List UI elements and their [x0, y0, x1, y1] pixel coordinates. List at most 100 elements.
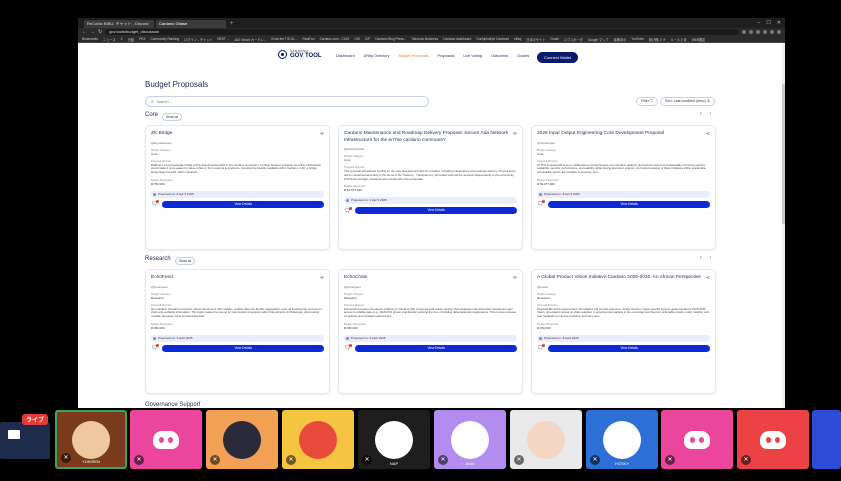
proposal-title[interactable]: EchoChain	[344, 275, 512, 282]
comment-icon[interactable]: 🗨	[537, 344, 546, 351]
share-icon[interactable]: ⋖	[513, 275, 517, 281]
bookmark-item[interactable]: Community Ranking	[150, 37, 179, 41]
close-icon[interactable]: ✕	[777, 18, 781, 28]
participant-tile[interactable]: Aichi ✕	[434, 410, 506, 469]
participant-tile[interactable]: ✕	[130, 410, 202, 469]
nav-item-drep-directory[interactable]: DRep Directory	[364, 54, 390, 58]
share-icon[interactable]: ⋖	[513, 131, 517, 137]
filter-button[interactable]: Filter ⛉	[636, 97, 658, 106]
bookmark-item[interactable]: PEX	[139, 37, 145, 41]
search-box[interactable]: ⌕	[145, 96, 429, 107]
bookmark-item[interactable]: Grow the TIS-SL...	[271, 37, 297, 41]
scroll-thumb[interactable]	[782, 84, 785, 224]
bookmark-item[interactable]: Gmail	[550, 37, 558, 41]
extension-icon[interactable]	[749, 30, 753, 34]
bookmark-item[interactable]: 素敵寺の	[614, 37, 627, 42]
chevron-right-icon[interactable]: ›	[710, 111, 712, 117]
show-all-button[interactable]: Show all	[175, 257, 196, 265]
participant-tile[interactable]: ✕	[206, 410, 278, 469]
bookmark-item[interactable]: OurAlphaEye Cardanoi	[476, 37, 509, 41]
nav-item-proposals[interactable]: Proposals	[438, 54, 455, 58]
share-icon[interactable]: ⋖	[320, 275, 324, 281]
view-details-button[interactable]: View Details	[548, 344, 710, 352]
share-icon[interactable]: ⋖	[320, 131, 324, 137]
new-tab-icon[interactable]: +	[228, 20, 236, 28]
bookmark-item[interactable]: CW	[354, 37, 359, 41]
connect-wallet-button[interactable]: Connect Wallet	[537, 52, 578, 63]
back-icon[interactable]: ←	[82, 29, 87, 35]
participant-tile[interactable]: YUKIREN ✕	[55, 410, 127, 469]
bookmark-item[interactable]: Bookmarks	[82, 37, 98, 41]
bookmark-item[interactable]: Cardano Blog Press...	[375, 37, 406, 41]
proposal-card[interactable]: Cardano Maintenance and Roadmap Delivery…	[338, 125, 523, 250]
chevron-left-icon[interactable]: ‹	[700, 111, 702, 117]
bookmark-item[interactable]: eBay	[514, 37, 521, 41]
participant-tile[interactable]: HOSKY ✕	[586, 410, 658, 469]
bookmark-item[interactable]: YouTube	[631, 37, 644, 41]
comment-icon[interactable]: 🗨	[151, 200, 160, 207]
proposal-title[interactable]: ZK Bridge	[151, 131, 319, 138]
nav-item-dashboard[interactable]: Dashboard	[336, 54, 355, 58]
proposal-card[interactable]: A Global Product Vision Initiative;Carda…	[531, 269, 716, 394]
proposal-title[interactable]: Cardano Maintenance and Roadmap Delivery…	[344, 131, 512, 144]
bookmark-item[interactable]: 投げ銭-ミナ	[649, 37, 666, 42]
bookmark-item[interactable]: RealFun	[303, 37, 315, 41]
reload-icon[interactable]: ↻	[98, 29, 102, 35]
extension-icon[interactable]	[742, 30, 746, 34]
bookmark-item[interactable]: ログイン - チャット	[184, 37, 212, 42]
participant-tile-partial[interactable]	[812, 410, 841, 469]
search-input[interactable]	[156, 99, 357, 104]
bookmark-item[interactable]: Cardano dashboard	[443, 37, 471, 41]
participant-tile[interactable]: NAP ✕	[358, 410, 430, 469]
forward-icon[interactable]: →	[90, 29, 95, 35]
profile-icon[interactable]	[777, 30, 781, 34]
chevron-left-icon[interactable]: ‹	[700, 255, 702, 261]
nav-item-guides[interactable]: Guides	[517, 54, 529, 58]
proposal-title[interactable]: 2025 Input Output Engineering Core Devel…	[537, 131, 705, 138]
view-details-button[interactable]: View Details	[162, 344, 324, 352]
view-details-button[interactable]: View Details	[355, 344, 517, 352]
nav-item-live-voting[interactable]: Live Voting	[463, 54, 482, 58]
proposal-card[interactable]: EchoChain ⋖ @lyoungoon Budget Category R…	[338, 269, 523, 394]
bookmark-item[interactable]: WEB限定	[692, 37, 706, 42]
proposal-title[interactable]: EchoFeed	[151, 275, 319, 282]
participant-tile[interactable]: ✕	[282, 410, 354, 469]
nav-item-outcomes[interactable]: Outcomes	[491, 54, 508, 58]
nav-item-budget-proposals[interactable]: Budget Proposals	[399, 54, 429, 58]
proposal-card[interactable]: EchoFeed ⋖ @lyoungoon Budget Category Re…	[145, 269, 330, 394]
page-scrollbar[interactable]	[782, 44, 785, 408]
maximize-icon[interactable]: ☐	[766, 18, 770, 28]
bookmark-item[interactable]: X	[121, 37, 123, 41]
bookmark-item[interactable]: ルールと寺	[671, 37, 687, 42]
comment-icon[interactable]: 🗨	[344, 206, 353, 214]
extension-icon[interactable]	[763, 30, 767, 34]
chevron-right-icon[interactable]: ›	[710, 255, 712, 261]
bookmark-item[interactable]: Cardano.com - CI/AT	[320, 37, 350, 41]
participant-tile[interactable]: ✕	[510, 410, 582, 469]
proposal-card[interactable]: 2025 Input Output Engineering Core Devel…	[531, 125, 716, 250]
bookmark-item[interactable]: BEST ...	[217, 37, 229, 41]
bookmark-item[interactable]: 日本のサイト	[526, 37, 545, 42]
bookmark-item[interactable]: エクスポータ	[564, 37, 583, 42]
share-icon[interactable]: ⋖	[706, 275, 710, 281]
extension-icon[interactable]	[756, 30, 760, 34]
comment-icon[interactable]: 🗨	[537, 200, 546, 207]
comment-icon[interactable]: 🗨	[151, 344, 160, 351]
participant-tile[interactable]: ✕	[661, 410, 733, 469]
view-details-button[interactable]: View Details	[162, 200, 324, 208]
extension-icon[interactable]	[770, 30, 774, 34]
sort-button[interactable]: Sort: Last modified (desc) ⇅	[660, 97, 715, 106]
bookmark-item[interactable]: Tokoroso Business	[411, 37, 438, 41]
bookmark-item[interactable]: CIP	[365, 37, 370, 41]
bookmark-item[interactable]: JAG Smart カードレ...	[234, 37, 266, 42]
view-details-button[interactable]: View Details	[355, 207, 517, 215]
comment-icon[interactable]: 🗨	[344, 344, 353, 351]
bookmark-item[interactable]: ニュース	[103, 37, 116, 42]
proposal-card[interactable]: ZK Bridge ⋖ @keyrealnexus Budget Categor…	[145, 125, 330, 250]
minimize-icon[interactable]: –	[758, 18, 761, 28]
bookmark-item[interactable]: Google マップ	[588, 37, 609, 42]
bookmark-item[interactable]: 日経	[128, 37, 134, 42]
browser-tab-discord[interactable]: ReCoMo BIBU: チャット - Discord	[84, 20, 154, 28]
govtool-logo[interactable]: CARDANO GOV TOOL	[278, 50, 322, 59]
participant-tile[interactable]: ✕	[737, 410, 809, 469]
